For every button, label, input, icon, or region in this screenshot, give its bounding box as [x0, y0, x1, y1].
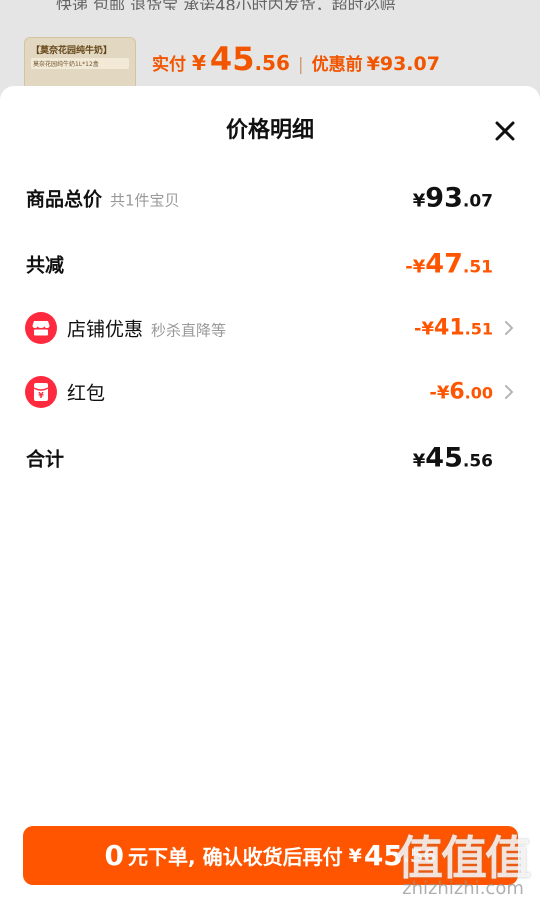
amount-int: 93: [425, 182, 463, 214]
pay-later-order-button[interactable]: 0 元下单, 确认收货后再付 ¥ 45 .56: [23, 826, 518, 885]
row-label: 商品总价 共1件宝贝: [26, 185, 180, 212]
row-total-discount: 共减 -¥47.51: [0, 244, 540, 284]
cta-amount-dec: .56: [402, 844, 437, 867]
shop-discount-note: 秒杀直降等: [151, 321, 227, 340]
chevron-right-icon[interactable]: [502, 383, 516, 401]
amount-dec: .51: [462, 257, 493, 278]
goods-total-label: 商品总价: [26, 188, 103, 211]
currency-symbol: ¥: [412, 256, 426, 278]
amount-dec: .00: [464, 383, 493, 403]
currency-symbol: ¥: [436, 382, 450, 404]
row-label: 店铺优惠 秒杀直降等: [67, 315, 226, 342]
shop-discount-amount: -¥41.51: [414, 316, 493, 341]
amount-dec: .56: [462, 451, 493, 472]
row-shop-discount[interactable]: 店铺优惠 秒杀直降等 -¥41.51: [0, 308, 540, 348]
currency-symbol: ¥: [412, 190, 426, 212]
goods-count-note: 共1件宝贝: [110, 191, 180, 210]
total-amount: ¥45.56: [413, 443, 493, 474]
currency-symbol: ¥: [421, 318, 435, 340]
close-icon[interactable]: [490, 116, 520, 146]
goods-total-amount: ¥93.07: [413, 183, 493, 214]
row-red-packet[interactable]: ¥ 红包 -¥6.00: [0, 372, 540, 412]
amount-dec: .07: [462, 191, 493, 212]
amount-int: 41: [434, 315, 465, 341]
chevron-right-icon[interactable]: [502, 319, 516, 337]
shop-discount-label: 店铺优惠: [67, 318, 144, 341]
cta-zero: 0: [104, 839, 125, 872]
red-packet-label: 红包: [67, 382, 106, 405]
row-total: 合计 ¥45.56: [0, 438, 540, 478]
total-discount-label: 共减: [26, 254, 65, 277]
shop-icon: [25, 312, 57, 344]
amount-dec: .51: [464, 319, 493, 339]
red-packet-amount: -¥6.00: [429, 380, 493, 405]
page: 快递 包邮 退货宝 承诺48小时内发货，超时必赔 【莫奈花园纯牛奶】 莫奈花园纯…: [0, 0, 540, 907]
cta-amount-int: 45: [363, 839, 403, 872]
amount-int: 47: [425, 248, 463, 280]
total-discount-amount: -¥47.51: [405, 249, 493, 280]
sheet-title: 价格明细: [225, 118, 314, 143]
total-label: 合计: [26, 448, 65, 471]
red-packet-icon: ¥: [25, 376, 57, 408]
cta-currency-symbol: ¥: [348, 844, 362, 867]
svg-text:¥: ¥: [38, 391, 44, 400]
currency-symbol: ¥: [412, 450, 426, 472]
row-goods-total: 商品总价 共1件宝贝 ¥93.07: [0, 178, 540, 218]
price-detail-sheet: 价格明细 商品总价 共1件宝贝 ¥93.07 共减 -¥47.51 店铺优惠 秒…: [0, 86, 540, 907]
amount-int: 6: [449, 379, 465, 405]
amount-int: 45: [425, 442, 463, 474]
cta-text: 元下单, 确认收货后再付: [128, 845, 343, 869]
